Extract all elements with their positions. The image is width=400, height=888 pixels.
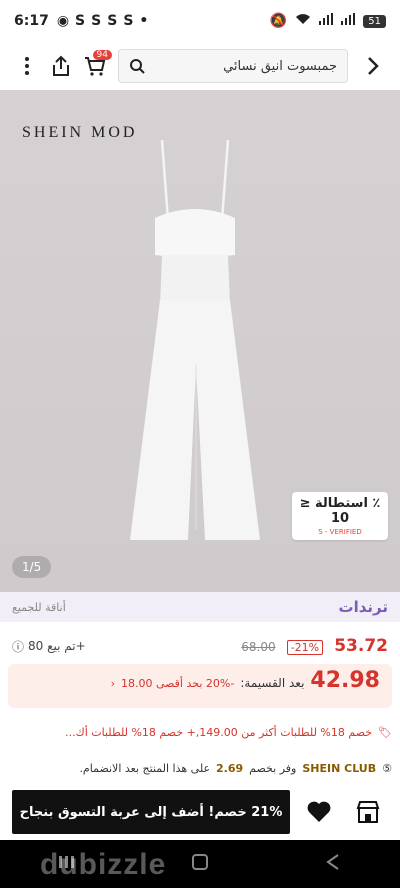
watermark-logo: dubizzle — [40, 848, 167, 881]
chevron-left-icon: ‹ — [110, 677, 115, 690]
status-right: 🔕 51 — [270, 13, 386, 29]
jumpsuit-illustration — [130, 139, 260, 540]
search-icon — [130, 59, 145, 74]
s-notification-icon: S — [123, 13, 134, 29]
back-nav-icon[interactable] — [324, 853, 342, 875]
tags-row: أناقة للجميع ترندات — [0, 592, 400, 622]
menu-dots-icon — [25, 57, 29, 75]
s-notification-icon: S — [91, 13, 102, 29]
s-notification-icon: S — [107, 13, 118, 29]
club-amount: 2.69 — [216, 761, 244, 775]
bottom-bar: 21% خصم! أضف إلى عربة التسوق بنجاح — [0, 788, 400, 836]
status-time: 6:17 — [14, 13, 49, 29]
heart-icon — [308, 801, 331, 822]
club-text: وفر بخصم — [249, 761, 297, 775]
current-price: 53.72 — [334, 636, 388, 656]
coupon-row: 42.98 بعد القسيمة: -20% بحد أقصى 18.00 ‹ — [20, 668, 380, 693]
home-icon[interactable] — [191, 853, 209, 875]
battery-icon: 51 — [363, 14, 386, 28]
price-row: ⓘ تم بيع 80+ 68.00 -21% 53.72 — [0, 632, 400, 660]
add-to-cart-button[interactable]: 21% خصم! أضف إلى عربة التسوق بنجاح — [12, 790, 290, 834]
sold-count: ⓘ تم بيع 80+ — [12, 638, 86, 655]
price-group: 68.00 -21% 53.72 — [241, 636, 388, 656]
coupon-percent: -20% بحد أقصى 18.00 — [120, 677, 235, 690]
notification-icons: ◉ S S S S • — [57, 13, 149, 29]
stretch-badge: ٪ استطالة ≤ 10 S - VERIFIED — [292, 492, 388, 540]
search-input[interactable]: جمبسوت انيق نسائي — [118, 49, 348, 83]
share-button[interactable] — [44, 48, 78, 84]
status-bar: 6:17 ◉ S S S S • 🔕 51 — [0, 0, 400, 42]
club-line[interactable]: ⑤ SHEIN CLUB وفر بخصم 2.69 على هذا المنت… — [8, 756, 392, 780]
cart-button[interactable]: 94 — [78, 48, 112, 84]
cart-count-badge: 94 — [92, 50, 112, 60]
info-icon[interactable]: ⓘ — [12, 638, 24, 655]
image-counter: 1/5 — [12, 556, 52, 578]
back-button[interactable] — [356, 48, 390, 84]
tag-icon: 🏷 — [378, 725, 392, 739]
whatsapp-icon: ◉ — [56, 13, 70, 29]
share-icon — [53, 55, 69, 76]
trend-tag[interactable]: ترندات — [339, 598, 388, 616]
coupon-block[interactable]: 42.98 بعد القسيمة: -20% بحد أقصى 18.00 ‹ — [8, 664, 392, 708]
verified-label: S - VERIFIED — [318, 528, 362, 536]
original-price: 68.00 — [241, 640, 276, 654]
coupon-price: 42.98 — [310, 668, 380, 693]
signal-icon — [319, 13, 334, 29]
club-badge-icon: ⑤ — [382, 761, 392, 775]
menu-button[interactable] — [10, 48, 44, 84]
elegance-tag[interactable]: أناقة للجميع — [12, 601, 66, 614]
promo-text: خصم 18% للطلبات أكثر من 149.00,+ خصم 18%… — [65, 725, 373, 739]
discount-badge: -21% — [286, 640, 324, 655]
wishlist-button[interactable] — [300, 792, 339, 832]
wifi-icon — [295, 13, 311, 29]
store-icon — [357, 801, 380, 823]
product-image[interactable]: SHEIN MOD ٪ استطالة ≤ 10 S - VERIFIED 1/… — [0, 90, 400, 592]
store-button[interactable] — [349, 792, 388, 832]
club-suffix: على هذا المنتج بعد الانضمام. — [79, 761, 211, 775]
stretch-label: ٪ استطالة ≤ 10 — [299, 496, 381, 526]
top-bar: 94 جمبسوت انيق نسائي — [0, 42, 400, 90]
chevron-right-icon — [368, 57, 379, 75]
mute-icon: 🔕 — [269, 13, 288, 29]
sold-text: تم بيع 80+ — [28, 639, 86, 653]
s-notification-icon: S — [75, 13, 86, 29]
promo-line[interactable]: 🏷 خصم 18% للطلبات أكثر من 149.00,+ خصم 1… — [8, 720, 392, 744]
coupon-after-label: بعد القسيمة: — [240, 676, 305, 690]
signal-icon — [341, 13, 356, 29]
dot-icon: • — [139, 13, 149, 29]
search-text: جمبسوت انيق نسائي — [223, 58, 337, 74]
club-name: SHEIN CLUB — [302, 761, 377, 775]
